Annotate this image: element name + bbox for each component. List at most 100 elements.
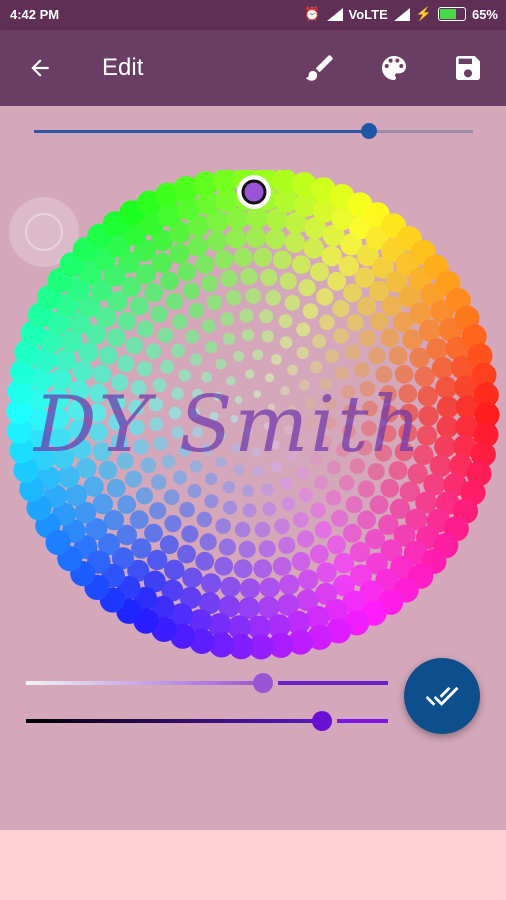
color-dot[interactable] (259, 309, 274, 324)
color-dot[interactable] (177, 544, 196, 564)
color-dot[interactable] (215, 358, 227, 370)
color-dot[interactable] (233, 350, 245, 362)
color-dot[interactable] (345, 344, 361, 360)
color-dot[interactable] (312, 334, 327, 349)
brightness-slider-thumb[interactable] (312, 711, 332, 731)
color-dot[interactable] (253, 247, 273, 267)
color-dot[interactable] (343, 283, 362, 303)
color-dot[interactable] (136, 320, 154, 338)
color-dot[interactable] (220, 312, 235, 326)
color-dot[interactable] (106, 328, 126, 348)
palette-icon[interactable] (376, 50, 412, 86)
color-dot[interactable] (117, 354, 135, 373)
color-dot[interactable] (245, 227, 267, 248)
color-dot[interactable] (272, 250, 292, 270)
color-dot[interactable] (321, 246, 342, 267)
color-dot[interactable] (284, 295, 301, 311)
color-dot[interactable] (45, 529, 71, 556)
saturation-slider-track[interactable] (26, 681, 263, 685)
color-dot[interactable] (151, 252, 173, 274)
color-dot[interactable] (284, 232, 306, 253)
color-dot[interactable] (201, 275, 219, 293)
color-dot[interactable] (332, 300, 350, 318)
color-dot[interactable] (319, 314, 335, 331)
color-dot[interactable] (279, 574, 300, 595)
color-dot[interactable] (220, 270, 238, 288)
save-icon[interactable] (450, 50, 486, 86)
color-dot[interactable] (157, 327, 174, 344)
color-dot[interactable] (358, 329, 376, 347)
color-dot[interactable] (218, 538, 236, 556)
color-dot[interactable] (177, 262, 197, 282)
color-dot[interactable] (333, 328, 349, 344)
brightness-slider-track-rest[interactable] (337, 719, 388, 723)
saturation-slider-thumb[interactable] (253, 673, 273, 693)
color-dot[interactable] (201, 319, 216, 334)
color-dot[interactable] (260, 268, 278, 286)
color-dot[interactable] (241, 329, 255, 342)
color-dot[interactable] (316, 562, 337, 583)
color-dot[interactable] (245, 369, 255, 379)
arrow-back-icon[interactable] (22, 50, 58, 86)
color-dot[interactable] (261, 330, 274, 343)
color-dot[interactable] (279, 272, 297, 290)
color-dot[interactable] (296, 322, 311, 337)
color-dot[interactable] (238, 540, 256, 558)
color-dot[interactable] (214, 556, 234, 576)
color-dot[interactable] (310, 262, 329, 282)
color-dot[interactable] (182, 282, 200, 300)
color-dot[interactable] (327, 271, 347, 291)
color-dot[interactable] (206, 231, 227, 252)
color-dot[interactable] (206, 294, 223, 311)
color-dot[interactable] (195, 551, 215, 571)
color-dot[interactable] (233, 247, 253, 267)
color-dot[interactable] (130, 296, 149, 316)
color-dot[interactable] (271, 354, 282, 365)
color-dot[interactable] (199, 533, 217, 551)
color-dot[interactable] (303, 238, 324, 259)
color-dot[interactable] (169, 243, 190, 264)
color-dot[interactable] (369, 312, 389, 331)
color-dot[interactable] (145, 343, 162, 360)
size-slider-track-inactive[interactable] (369, 130, 473, 133)
color-dot[interactable] (368, 347, 386, 365)
color-dot[interactable] (426, 338, 449, 361)
color-dot[interactable] (265, 290, 282, 306)
color-dot[interactable] (298, 279, 316, 297)
color-dot[interactable] (136, 361, 153, 377)
color-dot[interactable] (259, 577, 280, 598)
color-dot[interactable] (431, 357, 454, 380)
color-dot[interactable] (125, 336, 143, 355)
color-dot[interactable] (160, 271, 179, 291)
color-dot[interactable] (252, 349, 264, 361)
color-dot[interactable] (316, 288, 334, 306)
color-dot[interactable] (291, 552, 311, 571)
color-dot[interactable] (333, 552, 355, 574)
color-dot[interactable] (357, 296, 377, 316)
color-dot[interactable] (239, 578, 261, 599)
color-dot[interactable] (187, 236, 208, 257)
color-dot[interactable] (171, 343, 186, 358)
color-dot[interactable] (245, 288, 262, 304)
color-dot[interactable] (278, 536, 296, 554)
color-dot[interactable] (278, 314, 293, 329)
color-dot[interactable] (222, 332, 236, 345)
color-dot[interactable] (164, 559, 185, 580)
confirm-button[interactable] (404, 658, 480, 734)
color-dot[interactable] (195, 255, 215, 274)
color-dot[interactable] (297, 530, 315, 548)
color-dot[interactable] (165, 292, 183, 311)
color-dot[interactable] (182, 567, 203, 588)
color-dot[interactable] (233, 559, 253, 579)
color-dot[interactable] (205, 340, 218, 354)
color-dot[interactable] (280, 336, 293, 349)
color-dot[interactable] (150, 305, 168, 323)
color-dot[interactable] (239, 308, 254, 323)
color-dot[interactable] (160, 359, 175, 374)
color-dot[interactable] (144, 283, 164, 303)
size-slider-thumb[interactable] (361, 123, 377, 139)
color-dot[interactable] (98, 346, 118, 365)
color-dot[interactable] (335, 366, 349, 381)
color-dot[interactable] (287, 364, 298, 376)
color-dot[interactable] (117, 311, 137, 331)
